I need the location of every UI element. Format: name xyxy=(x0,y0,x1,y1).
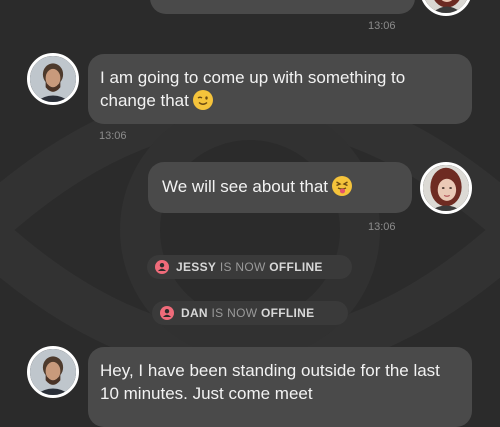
avatar-dan[interactable] xyxy=(27,346,79,398)
tongue-winking-face-icon xyxy=(332,176,352,196)
status-user-name: JESSY xyxy=(176,260,217,274)
message-timestamp: 13:06 xyxy=(368,20,396,32)
avatar-dan-image xyxy=(30,56,76,102)
status-user-name: DAN xyxy=(181,306,208,320)
avatar-dan[interactable] xyxy=(27,53,79,105)
status-state: OFFLINE xyxy=(269,260,323,274)
avatar-dan-image xyxy=(30,349,76,395)
message-timestamp: 13:06 xyxy=(368,221,396,233)
user-icon xyxy=(155,260,169,274)
message-timestamp: 13:06 xyxy=(99,130,127,142)
message-text: I am going to come up with something to … xyxy=(100,68,406,110)
user-icon xyxy=(160,306,174,320)
status-notice-jessy: JESSY IS NOW OFFLINE xyxy=(147,255,352,279)
message-text: Hey, I have been standing outside for th… xyxy=(100,361,440,403)
avatar-jessy-image xyxy=(423,165,469,211)
message-bubble-outgoing: We will see about that xyxy=(148,162,412,213)
avatar-jessy-image xyxy=(423,0,469,13)
status-notice-dan: DAN IS NOW OFFLINE xyxy=(152,301,348,325)
message-bubble-outgoing xyxy=(150,0,415,14)
avatar-jessy[interactable] xyxy=(420,162,472,214)
avatar-jessy[interactable] xyxy=(420,0,472,16)
message-bubble-incoming: Hey, I have been standing outside for th… xyxy=(88,347,472,427)
message-bubble-incoming: I am going to come up with something to … xyxy=(88,54,472,124)
status-text: IS NOW xyxy=(211,306,258,320)
message-text: We will see about that xyxy=(162,177,328,196)
status-state: OFFLINE xyxy=(261,306,315,320)
status-text: IS NOW xyxy=(219,260,266,274)
winking-face-icon xyxy=(192,90,213,110)
